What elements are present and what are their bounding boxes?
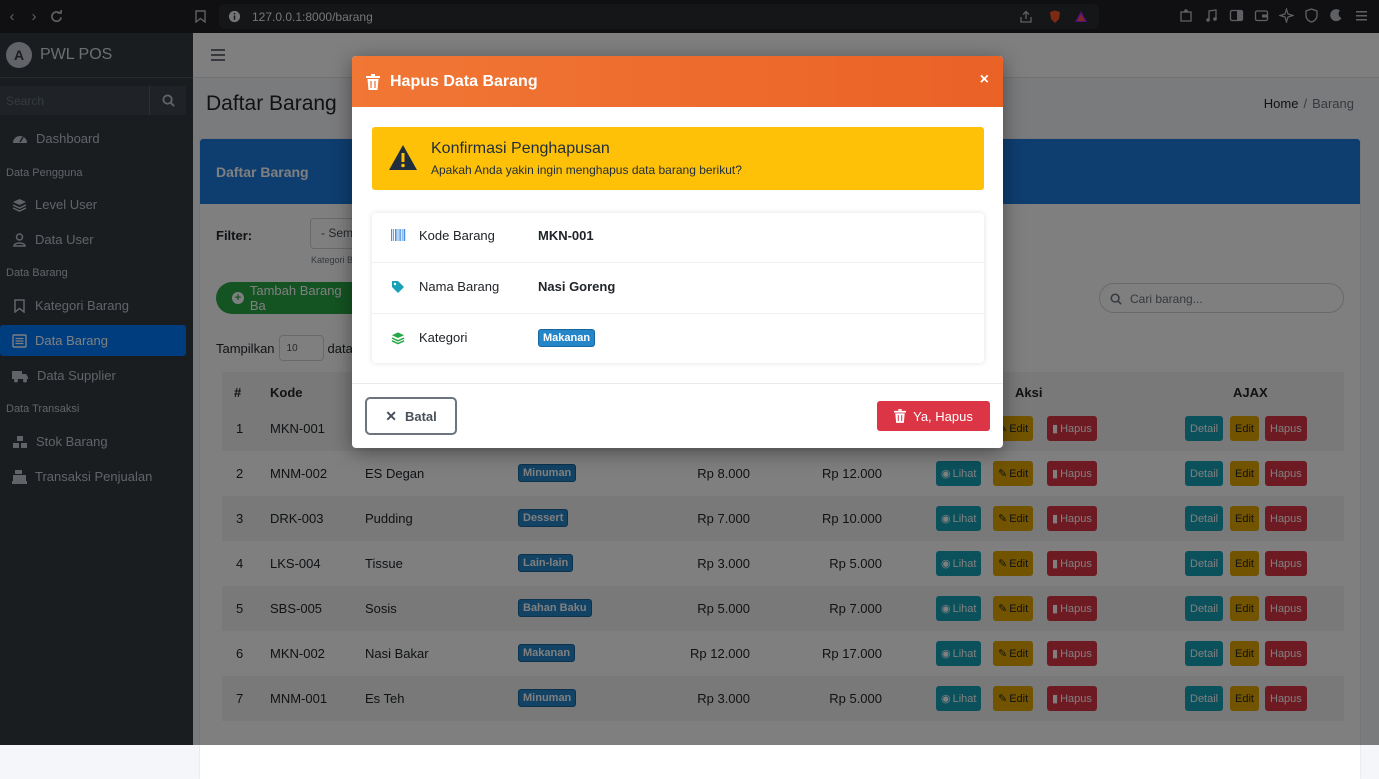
detail-value: Nasi Goreng bbox=[538, 279, 616, 294]
modal-title: Hapus Data Barang bbox=[390, 72, 538, 90]
detail-label: Nama Barang bbox=[419, 279, 500, 294]
trash-icon bbox=[894, 409, 907, 423]
detail-row-kategori: Kategori Makanan bbox=[372, 315, 984, 365]
barcode-icon bbox=[391, 229, 406, 241]
modal-header: Hapus Data Barang bbox=[352, 56, 1003, 107]
alert-title: Konfirmasi Penghapusan bbox=[431, 140, 610, 157]
close-icon: ✕ bbox=[385, 407, 397, 424]
alert-message: Apakah Anda yakin ingin menghapus data b… bbox=[431, 163, 742, 177]
tag-icon bbox=[392, 281, 404, 293]
cancel-button[interactable]: ✕ Batal bbox=[365, 397, 457, 435]
detail-value: MKN-001 bbox=[538, 228, 594, 243]
detail-card: Kode Barang MKN-001 Nama Barang Nasi Gor… bbox=[372, 213, 984, 363]
confirm-delete-button[interactable]: Ya, Hapus bbox=[877, 401, 990, 431]
modal-footer: ✕ Batal Ya, Hapus bbox=[352, 383, 1003, 448]
confirm-label: Ya, Hapus bbox=[913, 408, 973, 424]
layers-icon bbox=[391, 332, 405, 345]
detail-row-kode: Kode Barang MKN-001 bbox=[372, 213, 984, 263]
detail-row-nama: Nama Barang Nasi Goreng bbox=[372, 264, 984, 314]
delete-modal: Hapus Data Barang × Konfirmasi Penghapus… bbox=[352, 56, 1003, 448]
close-icon[interactable]: × bbox=[980, 71, 989, 89]
warning-alert: Konfirmasi Penghapusan Apakah Anda yakin… bbox=[372, 127, 984, 190]
trash-icon bbox=[366, 73, 380, 90]
cancel-label: Batal bbox=[404, 408, 437, 424]
detail-label: Kode Barang bbox=[419, 228, 495, 243]
kategori-badge: Makanan bbox=[538, 329, 596, 347]
warning-icon bbox=[389, 145, 417, 170]
detail-label: Kategori bbox=[419, 330, 468, 345]
